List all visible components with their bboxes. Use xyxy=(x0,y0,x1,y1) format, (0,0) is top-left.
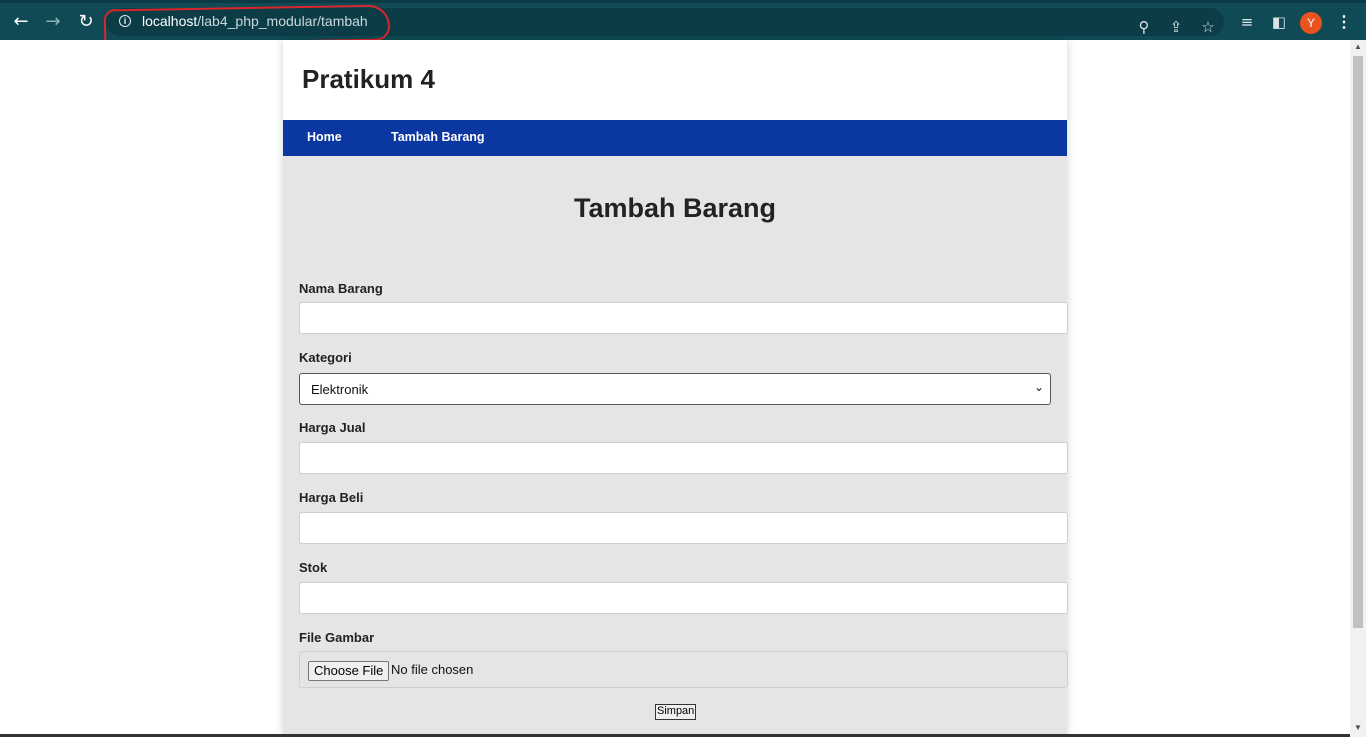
label-file-gambar: File Gambar xyxy=(299,630,375,645)
page-heading: Tambah Barang xyxy=(573,193,777,223)
star-icon[interactable]: ☆ xyxy=(1198,17,1218,37)
simpan-button[interactable]: Simpan xyxy=(655,704,697,720)
back-arrow-icon[interactable]: ← xyxy=(8,9,34,35)
site-header: Pratikum 4 xyxy=(283,40,1067,120)
label-nama-barang: Nama Barang xyxy=(299,281,383,296)
avatar[interactable]: Y xyxy=(1300,12,1322,34)
zoom-icon[interactable]: ⚲ xyxy=(1134,17,1154,37)
choose-file-button[interactable]: Choose File xyxy=(308,661,390,681)
main-nav: Home Tambah Barang xyxy=(283,120,1067,156)
reload-icon[interactable]: ↻ xyxy=(73,9,99,35)
browser-toolbar: ← → ↻ i localhost/lab4_php_modular/tamba… xyxy=(0,0,1366,46)
label-harga-beli: Harga Beli xyxy=(299,490,364,505)
share-icon[interactable]: ⇪ xyxy=(1166,17,1186,37)
scroll-down-icon[interactable]: ▼ xyxy=(1350,721,1366,735)
file-gambar-field: Choose File No file chosen xyxy=(299,651,1068,688)
stok-input[interactable] xyxy=(299,582,1068,614)
chevron-down-icon: ⌄ xyxy=(1033,380,1044,394)
page-container: Pratikum 4 Home Tambah Barang Tambah Bar… xyxy=(283,40,1068,734)
site-title: Pratikum 4 xyxy=(302,64,435,94)
kategori-select[interactable]: Elektronik ⌄ xyxy=(299,373,1051,405)
forward-arrow-icon[interactable]: → xyxy=(40,9,66,35)
page-viewport: Pratikum 4 Home Tambah Barang Tambah Bar… xyxy=(0,40,1350,734)
label-kategori: Kategori xyxy=(299,350,352,365)
kebab-menu-icon[interactable]: ⋮ xyxy=(1333,11,1355,35)
side-panel-icon[interactable]: ◧ xyxy=(1269,12,1289,32)
file-status-text: No file chosen xyxy=(391,662,474,677)
reading-list-icon[interactable]: ≡ xyxy=(1237,12,1257,32)
kategori-selected-value: Elektronik xyxy=(311,382,369,397)
nav-home[interactable]: Home xyxy=(307,130,342,144)
label-stok: Stok xyxy=(299,560,328,575)
harga-beli-input[interactable] xyxy=(299,512,1068,544)
nama-barang-input[interactable] xyxy=(299,302,1068,334)
scrollbar[interactable]: ▲ ▼ xyxy=(1350,40,1366,737)
scroll-up-icon[interactable]: ▲ xyxy=(1350,40,1366,54)
label-harga-jual: Harga Jual xyxy=(299,420,366,435)
nav-tambah-barang[interactable]: Tambah Barang xyxy=(391,130,485,144)
harga-jual-input[interactable] xyxy=(299,442,1068,474)
scroll-thumb[interactable] xyxy=(1353,56,1363,628)
